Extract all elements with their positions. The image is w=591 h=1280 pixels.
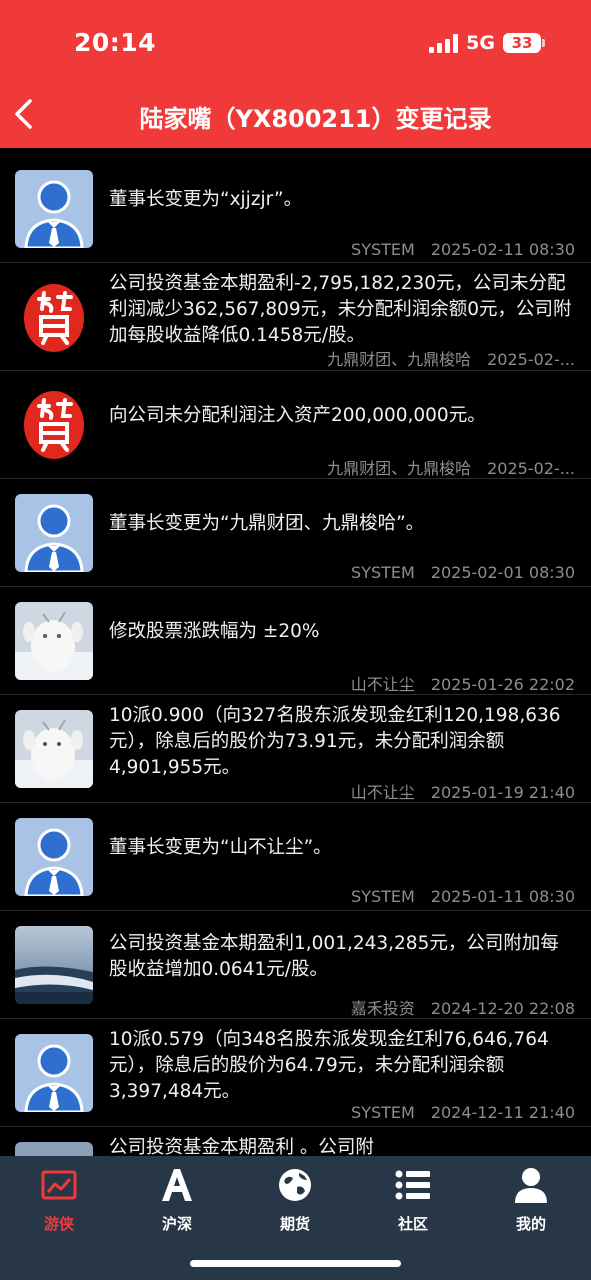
status-time: 20:14 <box>74 28 157 57</box>
default-avatar-icon <box>15 494 93 572</box>
status-icons: 5G 33 <box>429 32 545 54</box>
tab-label: 期货 <box>279 1215 310 1233</box>
globe-icon <box>279 1169 311 1201</box>
tab-label: 我的 <box>515 1215 546 1233</box>
trend-chart-icon <box>41 1170 77 1200</box>
record-meta: 九鼎财团、九鼎梭哈 2025-02-... <box>327 350 575 369</box>
record-text: 公司投资基金本期盈利1,001,243,285元，公司附加每股收益增加0.064… <box>109 933 559 980</box>
record-meta: SYSTEM 2025-02-11 08:30 <box>351 240 575 259</box>
jiuding-seal-icon <box>15 386 93 464</box>
signal-icon <box>429 33 459 53</box>
record-text: 向公司未分配利润注入资产200,000,000元。 <box>109 405 486 426</box>
record-meta: 山不让尘 2025-01-26 22:02 <box>350 675 575 694</box>
tab-shequ[interactable]: 社区 <box>373 1166 453 1234</box>
list-item[interactable]: 10派0.900（向327名股东派发现金红利120,198,636元），除息后的… <box>0 695 591 803</box>
home-indicator <box>190 1260 401 1267</box>
list-icon <box>395 1170 430 1200</box>
record-meta: 嘉禾投资 2024-12-20 22:08 <box>350 999 575 1018</box>
record-text: 修改股票涨跌幅为 ±20% <box>109 621 320 642</box>
record-text: 10派0.579（向348名股东派发现金红利76,646,764元），除息后的股… <box>109 1029 549 1102</box>
jiuding-seal-icon <box>15 279 93 357</box>
default-avatar-icon <box>15 1034 93 1112</box>
list-item[interactable]: 董事长变更为“xjjzjr”。 SYSTEM 2025-02-11 08:30 <box>0 148 591 263</box>
battery-icon: 33 <box>503 33 545 53</box>
record-text: 董事长变更为“山不让尘”。 <box>109 837 332 858</box>
page-title: 陆家嘴（YX800211）变更记录 <box>139 105 492 133</box>
tab-label: 社区 <box>397 1215 428 1233</box>
back-arrow-icon[interactable] <box>10 96 40 132</box>
record-meta: SYSTEM 2025-02-01 08:30 <box>351 563 575 582</box>
default-avatar-icon <box>15 170 93 248</box>
list-item[interactable]: 公司投资基金本期盈利-2,795,182,230元，公司未分配利润减少362,5… <box>0 263 591 371</box>
list-item[interactable]: 10派0.579（向348名股东派发现金红利76,646,764元），除息后的股… <box>0 1019 591 1127</box>
record-text: 董事长变更为“九鼎财团、九鼎梭哈”。 <box>109 513 425 534</box>
list-item[interactable]: 公司投资基金本期盈利 。公司附 <box>0 1127 591 1156</box>
tab-label: 游侠 <box>43 1215 74 1233</box>
tab-wode[interactable]: 我的 <box>491 1166 571 1234</box>
record-meta: 山不让尘 2025-01-19 21:40 <box>350 783 575 802</box>
change-record-list[interactable]: 董事长变更为“xjjzjr”。 SYSTEM 2025-02-11 08:30 公… <box>0 148 591 1156</box>
list-item[interactable]: 董事长变更为“九鼎财团、九鼎梭哈”。 SYSTEM 2025-02-01 08:3… <box>0 479 591 587</box>
list-item[interactable]: 修改股票涨跌幅为 ±20% 山不让尘 2025-01-26 22:02 <box>0 587 591 695</box>
record-meta: SYSTEM 2024-12-11 21:40 <box>351 1103 575 1122</box>
white-cat-photo <box>15 602 93 680</box>
network-type: 5G <box>466 32 495 54</box>
beach-photo <box>15 1142 93 1156</box>
tab-label: 沪深 <box>161 1215 192 1233</box>
tab-youxia[interactable]: 游侠 <box>19 1166 99 1234</box>
list-item[interactable]: 董事长变更为“山不让尘”。 SYSTEM 2025-01-11 08:30 <box>0 803 591 911</box>
white-cat-photo <box>15 710 93 788</box>
list-item[interactable]: 公司投资基金本期盈利1,001,243,285元，公司附加每股收益增加0.064… <box>0 911 591 1019</box>
record-meta: 九鼎财团、九鼎梭哈 2025-02-... <box>327 459 575 478</box>
record-text: 公司投资基金本期盈利-2,795,182,230元，公司未分配利润减少362,5… <box>109 273 572 346</box>
record-text: 董事长变更为“xjjzjr”。 <box>109 189 303 210</box>
record-text: 10派0.900（向327名股东派发现金红利120,198,636元），除息后的… <box>109 705 561 778</box>
tab-hushen[interactable]: 沪深 <box>137 1166 217 1234</box>
person-icon <box>515 1168 547 1203</box>
record-meta: SYSTEM 2025-01-11 08:30 <box>351 887 575 906</box>
beach-photo <box>15 926 93 1004</box>
tab-qihuo[interactable]: 期货 <box>255 1166 335 1234</box>
top-bar: 20:14 5G 33 陆家嘴（YX800211）变更记录 <box>0 0 591 148</box>
default-avatar-icon <box>15 818 93 896</box>
letter-a-icon <box>162 1169 192 1201</box>
list-item[interactable]: 向公司未分配利润注入资产200,000,000元。 九鼎财团、九鼎梭哈 2025-… <box>0 371 591 479</box>
record-text: 公司投资基金本期盈利 。公司附 <box>109 1137 374 1156</box>
